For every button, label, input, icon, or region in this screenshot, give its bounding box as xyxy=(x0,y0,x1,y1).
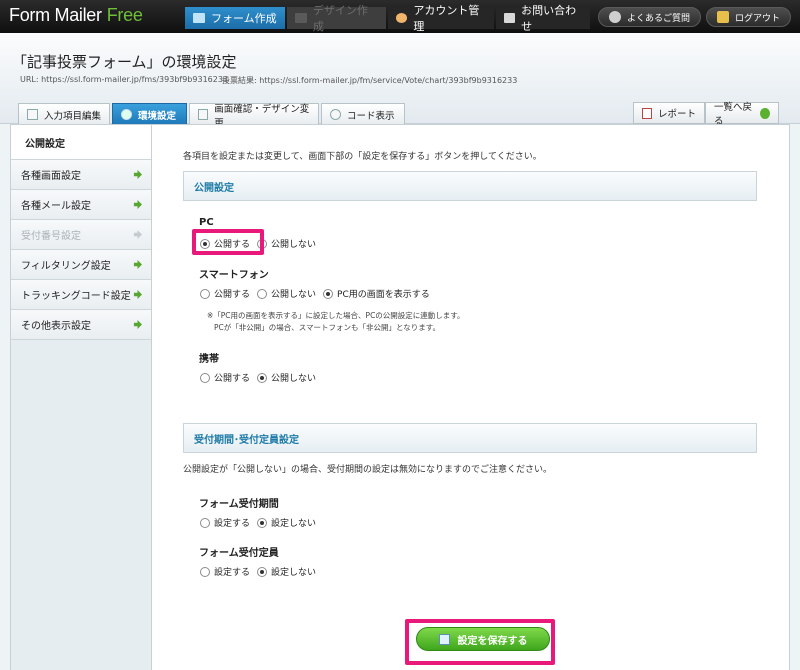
sidebar-item-filtering[interactable]: フィルタリング設定 xyxy=(11,249,151,279)
smartphone-label: スマートフォン xyxy=(199,270,269,281)
sidebar-item-receipt-number: 受付番号設定 xyxy=(11,219,151,249)
pc-label: PC xyxy=(199,217,214,228)
nav-account[interactable]: アカウント管理 xyxy=(388,4,494,33)
report-icon xyxy=(642,107,652,119)
mail-icon xyxy=(504,13,516,23)
mobile-unpublish-radio[interactable]: 公開しない xyxy=(257,371,316,384)
arrow-right-icon xyxy=(133,320,142,329)
edit-icon xyxy=(27,109,38,120)
sidebar-item-publish[interactable]: 公開設定 xyxy=(11,125,151,159)
nav-design-create: デザイン作成 xyxy=(287,4,386,33)
form-url: URL: https://ssl.form-mailer.jp/fms/393b… xyxy=(20,75,229,84)
period-not-set-radio[interactable]: 設定しない xyxy=(257,516,316,529)
sidebar-filler xyxy=(11,339,151,670)
period-radio-group: 設定する 設定しない xyxy=(200,516,323,529)
smartphone-note-1: ※「PC用の画面を表示する」に設定した場合、PCの公開設定に連動します。 xyxy=(207,311,465,320)
tab-screen-design[interactable]: 画面確認・デザイン変更 xyxy=(189,103,319,129)
mobile-label: 携帯 xyxy=(199,354,219,365)
tab-input-items[interactable]: 入力項目編集 xyxy=(18,103,110,125)
period-label: フォーム受付期間 xyxy=(199,499,279,510)
gear-icon xyxy=(121,109,132,120)
settings-main: 各項目を設定または変更して、画面下部の「設定を保存する」ボタンを押してください。… xyxy=(152,125,791,670)
mobile-publish-radio[interactable]: 公開する xyxy=(200,371,250,384)
user-icon xyxy=(396,13,408,23)
period-note: 公開設定が「公開しない」の場合、受付期間の設定は無効になりますのでご注意ください… xyxy=(183,465,553,475)
save-settings-button[interactable]: 設定を保存する xyxy=(416,627,550,651)
smartphone-radio-group: 公開する 公開しない PC用の画面を表示する xyxy=(200,287,437,300)
sp-unpublish-radio[interactable]: 公開しない xyxy=(257,287,316,300)
settings-sidebar: 公開設定 各種画面設定 各種メール設定 受付番号設定 フィルタリング設定 トラッ… xyxy=(11,125,152,670)
arrow-right-icon xyxy=(133,290,142,299)
arrow-right-icon xyxy=(133,170,142,179)
tab-code[interactable]: コード表示 xyxy=(321,103,405,125)
back-to-list-button[interactable]: 一覧へ戻る xyxy=(705,102,779,127)
top-nav-bar: Form Mailer Free フォーム作成 デザイン作成 アカウント管理 お問… xyxy=(0,0,800,33)
nav-contact[interactable]: お問い合わせ xyxy=(496,4,590,33)
content-panel: 公開設定 各種画面設定 各種メール設定 受付番号設定 フィルタリング設定 トラッ… xyxy=(10,124,790,670)
mobile-radio-group: 公開する 公開しない xyxy=(200,371,323,384)
smartphone-note-2: PCが「非公開」の場合、スマートフォンも「非公開」となります。 xyxy=(214,323,441,332)
sidebar-item-mail[interactable]: 各種メール設定 xyxy=(11,189,151,219)
arrow-right-icon xyxy=(133,200,142,209)
code-icon xyxy=(330,109,341,120)
back-arrow-icon xyxy=(760,107,770,119)
capacity-radio-group: 設定する 設定しない xyxy=(200,565,323,578)
question-icon xyxy=(609,11,621,23)
capacity-label: フォーム受付定員 xyxy=(199,548,279,559)
pc-unpublish-radio[interactable]: 公開しない xyxy=(257,237,316,250)
highlight-box-pc xyxy=(192,229,264,255)
exit-icon xyxy=(717,11,729,23)
nav-form-create[interactable]: フォーム作成 xyxy=(185,7,285,29)
sp-pc-view-radio[interactable]: PC用の画面を表示する xyxy=(323,287,430,300)
period-set-radio[interactable]: 設定する xyxy=(200,516,250,529)
sp-publish-radio[interactable]: 公開する xyxy=(200,287,250,300)
save-icon xyxy=(438,633,450,645)
arrow-right-icon xyxy=(133,260,142,269)
screen-icon xyxy=(198,109,209,120)
section-header-publish: 公開設定 xyxy=(183,171,757,201)
faq-button[interactable]: よくあるご質問 xyxy=(598,7,702,27)
tab-environment[interactable]: 環境設定 xyxy=(112,103,187,125)
capacity-set-radio[interactable]: 設定する xyxy=(200,565,250,578)
page-header: 「記事投票フォーム」の環境設定 URL: https://ssl.form-ma… xyxy=(0,33,800,129)
arrow-right-icon xyxy=(133,230,142,239)
sidebar-item-other-display[interactable]: その他表示設定 xyxy=(11,309,151,339)
page-title: 「記事投票フォーム」の環境設定 xyxy=(12,53,237,71)
result-url: 投票結果: https://ssl.form-mailer.jp/fm/serv… xyxy=(222,76,518,85)
form-icon xyxy=(193,13,205,23)
sidebar-item-tracking[interactable]: トラッキングコード設定 xyxy=(11,279,151,309)
app-logo[interactable]: Form Mailer Free xyxy=(9,5,143,26)
capacity-not-set-radio[interactable]: 設定しない xyxy=(257,565,316,578)
intro-text: 各項目を設定または変更して、画面下部の「設定を保存する」ボタンを押してください。 xyxy=(183,152,542,162)
sidebar-item-screens[interactable]: 各種画面設定 xyxy=(11,159,151,189)
logout-button[interactable]: ログアウト xyxy=(706,7,792,27)
section-header-period: 受付期間･受付定員設定 xyxy=(183,423,757,453)
report-button[interactable]: レポート xyxy=(633,102,705,124)
design-icon xyxy=(295,13,307,23)
